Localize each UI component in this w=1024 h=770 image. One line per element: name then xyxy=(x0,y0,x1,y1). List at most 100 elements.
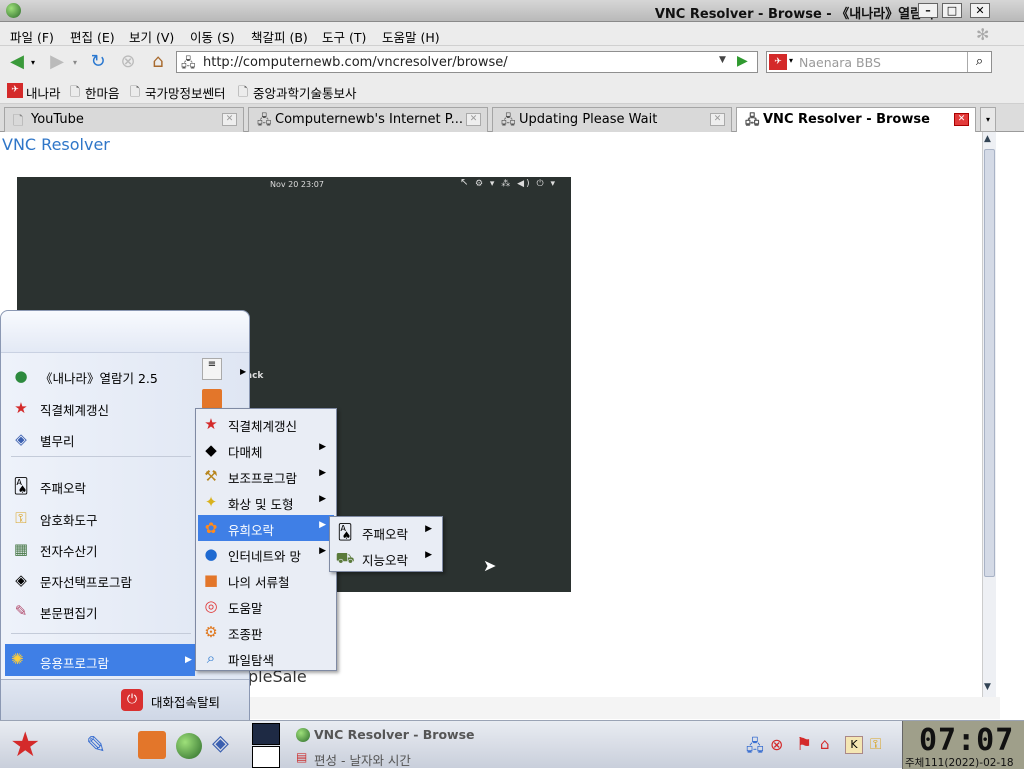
reload-icon[interactable]: ↻ xyxy=(86,51,110,73)
menu-go[interactable]: 이동 (S) xyxy=(190,27,235,46)
start-item-byeolmuri[interactable]: ◈ 별무리 xyxy=(11,426,196,452)
byeolmuri-launcher-icon[interactable]: ◈ xyxy=(212,731,229,756)
key-tray-icon[interactable]: ⚿ xyxy=(870,735,881,753)
menu-tools[interactable]: 도구 (T) xyxy=(322,27,366,46)
search-icon[interactable]: ⌕ xyxy=(967,52,991,72)
keyboard-layout-icon[interactable]: K xyxy=(845,736,863,754)
tab-close-icon[interactable]: ✕ xyxy=(710,113,725,126)
forward-icon[interactable]: ▶ xyxy=(45,51,69,73)
back-icon[interactable]: ◀ xyxy=(5,51,29,73)
vertical-scrollbar[interactable]: ▲ ▼ xyxy=(982,132,996,697)
start-menu-button-icon[interactable]: ★ xyxy=(10,725,40,765)
submenu-item-card-game[interactable]: 🂡 주패오락 ▶ xyxy=(332,519,440,545)
tab-close-icon[interactable]: ✕ xyxy=(222,113,237,126)
submenu-item-graphics[interactable]: ✦ 화상 및 도형 ▶ xyxy=(198,489,334,515)
clock-panel[interactable]: 07:07 주체111(2022)-02-18 xyxy=(902,721,1024,769)
search-engine-dropdown-icon[interactable]: ▾ xyxy=(789,56,793,65)
tab-vnc-resolver[interactable]: 🖧 VNC Resolver - Browse ✕ xyxy=(736,107,976,132)
menu-view[interactable]: 보기 (V) xyxy=(129,27,174,46)
scroll-up-icon[interactable]: ▲ xyxy=(984,134,991,144)
maximize-button[interactable]: □ xyxy=(942,3,962,18)
playing-card-icon: 🂡 xyxy=(337,523,353,541)
page-heading[interactable]: VNC Resolver xyxy=(2,135,110,154)
submenu-item-help[interactable]: ◎ 도움말 xyxy=(198,593,334,619)
tab-close-icon[interactable]: ✕ xyxy=(954,113,969,126)
submenu-arrow-icon: ▶ xyxy=(319,546,326,556)
start-item-label: 응용프로그람 xyxy=(40,656,110,671)
bookmark-national-network[interactable]: 국가망정보쎈터 xyxy=(145,83,226,102)
start-item-encryption[interactable]: ⚿ 암호화도구 xyxy=(11,505,196,531)
submenu-label: 화상 및 도형 xyxy=(228,497,294,512)
submenu-arrow-icon: ▶ xyxy=(185,655,192,665)
url-history-dropdown-icon[interactable]: ▼ xyxy=(719,55,726,65)
submenu-arrow-icon: ▶ xyxy=(425,524,432,534)
start-item-browser[interactable]: ● 《내나라》열람기 2.5 xyxy=(11,363,196,389)
home-icon[interactable]: ⌂ xyxy=(146,51,170,73)
network-icon[interactable]: 🖧 xyxy=(746,735,764,762)
flag-icon[interactable]: ⚑ xyxy=(796,734,812,755)
submenu-item-my-documents[interactable]: ■ 나의 서류철 xyxy=(198,567,334,593)
start-item-label: 전자수산기 xyxy=(40,544,98,559)
submenu-item-system-update[interactable]: ★ 직결체계갱신 xyxy=(198,411,334,437)
start-item-label: 본문편집기 xyxy=(40,606,98,621)
stop-icon[interactable]: ⊗ xyxy=(116,51,140,73)
taskbar-task-browser[interactable]: VNC Resolver - Browse xyxy=(314,727,475,742)
bookmark-science-news[interactable]: 중앙과학기술통보사 xyxy=(253,83,357,102)
menu-edit[interactable]: 편집 (E) xyxy=(70,27,115,46)
start-item-card-game[interactable]: 🂡 주패오락 xyxy=(11,473,196,499)
submenu-item-file-browser[interactable]: ⌕ 파일탐색 xyxy=(198,645,334,671)
scrollbar-thumb[interactable] xyxy=(984,149,995,577)
logout-icon[interactable]: ⏻ xyxy=(121,689,143,711)
logout-button[interactable]: 대화접속탈퇴 xyxy=(151,692,220,711)
taskbar-task-datetime[interactable]: 편성 - 날자와 시간 xyxy=(314,750,411,769)
start-item-text-editor[interactable]: ✎ 본문편집기 xyxy=(11,598,196,624)
submenu-item-strategy-game[interactable]: ⛟ 지능오락 ▶ xyxy=(332,545,440,571)
text-editor-launcher-icon[interactable]: ✎ xyxy=(86,731,106,759)
submenu-item-internet[interactable]: ● 인터네트와 망 ▶ xyxy=(198,541,334,567)
bookmark-naenara[interactable]: 내나라 xyxy=(26,83,61,102)
start-item-character-map[interactable]: ◈ 문자선택프로그람 xyxy=(11,567,196,593)
scroll-down-icon[interactable]: ▼ xyxy=(984,682,991,692)
bookmark-hanmaeum[interactable]: 한마음 xyxy=(85,83,120,102)
forward-dropdown-icon[interactable]: ▾ xyxy=(73,58,77,67)
search-bar[interactable]: ✈ ▾ Naenara BBS ⌕ xyxy=(766,51,992,73)
tab-list-dropdown-icon[interactable]: ▾ xyxy=(980,107,996,132)
menu-file[interactable]: 파일 (F) xyxy=(10,27,54,46)
tab-youtube[interactable]: 🗋 YouTube ✕ xyxy=(4,107,244,132)
search-engine-icon[interactable]: ✈ xyxy=(769,54,787,70)
start-item-system-update[interactable]: ★ 직결체계갱신 xyxy=(11,395,196,421)
start-item-calculator[interactable]: ▦ 전자수산기 xyxy=(11,536,196,562)
back-dropdown-icon[interactable]: ▾ xyxy=(31,58,35,67)
submenu-item-control-panel[interactable]: ⚙ 조종판 xyxy=(198,619,334,645)
submenu-item-accessories[interactable]: ⚒ 보조프로그람 ▶ xyxy=(198,463,334,489)
start-item-applications[interactable]: ✺ 응용프로그람 ▶ xyxy=(5,644,195,676)
url-text[interactable]: http://computernewb.com/vncresolver/brow… xyxy=(203,55,508,70)
file-search-icon: ⌕ xyxy=(206,649,216,667)
no-connection-icon[interactable]: ⊗ xyxy=(770,735,783,754)
tab-computernewb[interactable]: 🖧 Computernewb's Internet P... ✕ xyxy=(248,107,488,132)
red-star-icon: ★ xyxy=(14,399,28,417)
go-icon[interactable]: ▶ xyxy=(737,53,748,69)
globe-icon: ● xyxy=(204,545,218,563)
submenu-item-multimedia[interactable]: ◆ 다매체 ▶ xyxy=(198,437,334,463)
close-button[interactable]: ✕ xyxy=(970,3,990,18)
workspace-1-pager[interactable] xyxy=(252,723,280,745)
mouse-cursor-icon: ➤ xyxy=(483,556,497,575)
browser-launcher-icon[interactable] xyxy=(176,733,202,759)
tab-updating[interactable]: 🖧 Updating Please Wait ✕ xyxy=(492,107,732,132)
site-icon: 🖧 xyxy=(181,56,196,71)
home-tray-icon[interactable]: ⌂ xyxy=(820,735,830,753)
url-bar[interactable]: 🖧 http://computernewb.com/vncresolver/br… xyxy=(176,51,758,73)
tab-close-icon[interactable]: ✕ xyxy=(466,113,481,126)
start-item-label: 주패오락 xyxy=(40,481,87,496)
search-input[interactable]: Naenara BBS xyxy=(799,55,881,70)
folder-launcher-icon[interactable] xyxy=(138,731,166,759)
submenu-arrow-icon: ▶ xyxy=(319,468,326,478)
tab-label: Updating Please Wait xyxy=(519,112,658,127)
workspace-2-pager[interactable] xyxy=(252,746,280,768)
globe-icon: ● xyxy=(14,367,28,385)
menu-help[interactable]: 도움말 (H) xyxy=(382,27,440,46)
submenu-item-games[interactable]: ✿ 유희오락 ▶ xyxy=(198,515,334,541)
minimize-button[interactable]: – xyxy=(918,3,938,18)
menu-bookmarks[interactable]: 책갈피 (B) xyxy=(251,27,308,46)
